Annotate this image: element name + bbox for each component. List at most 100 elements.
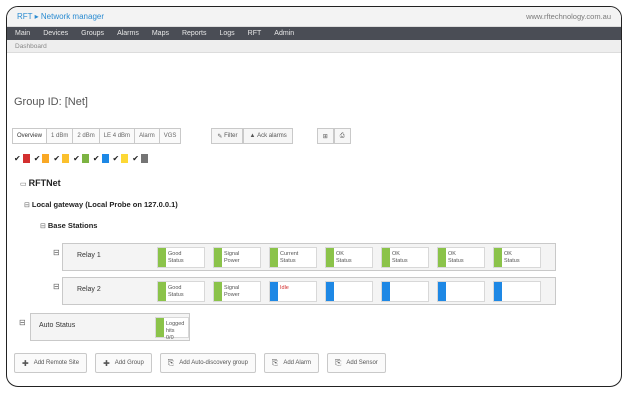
status-bar bbox=[156, 318, 164, 337]
filter-icon: ✎ bbox=[217, 133, 225, 140]
ack-alarms-button[interactable]: ▲ Ack alarms bbox=[243, 128, 293, 144]
menu-item-rft[interactable]: RFT bbox=[248, 30, 262, 37]
sensor-text: Signal Power bbox=[224, 285, 240, 298]
add-auto-discovery-label: Add Auto-discovery group bbox=[179, 360, 248, 366]
print-button[interactable]: ⎙ bbox=[333, 128, 351, 144]
sensor-cell[interactable]: Good Status bbox=[157, 247, 205, 268]
check-icon: ✔ bbox=[73, 154, 80, 163]
sensor-cell[interactable]: Signal Power bbox=[213, 247, 261, 268]
tab-overview[interactable]: Overview bbox=[12, 128, 47, 144]
swatch-orange[interactable]: ✔ bbox=[34, 154, 50, 163]
filter-button[interactable]: ✎ Filter bbox=[211, 128, 244, 144]
copy-icon: ⎘ bbox=[271, 358, 279, 367]
menu-item-alarms[interactable]: Alarms bbox=[117, 30, 139, 37]
plus-icon: ✚ bbox=[22, 358, 29, 368]
swatch-yellow[interactable]: ✔ bbox=[53, 154, 70, 163]
expand-icon: ⊟ bbox=[24, 202, 30, 209]
check-icon: ✔ bbox=[33, 154, 41, 163]
auto-status-name[interactable]: Auto Status bbox=[39, 322, 75, 329]
sensor-text: Good Status bbox=[168, 251, 184, 264]
sensor-cell[interactable]: Logged hits 0/0 bbox=[155, 317, 189, 341]
app-brand[interactable]: RFT ▸ Network manager bbox=[17, 12, 104, 21]
menu-item-maps[interactable]: Maps bbox=[152, 30, 169, 37]
status-bar bbox=[270, 248, 278, 267]
grid-icon: ⊞ bbox=[322, 133, 328, 140]
add-auto-discovery-button[interactable]: ⎘ Add Auto-discovery group bbox=[159, 353, 256, 373]
device-name[interactable]: Relay 2 bbox=[77, 286, 101, 293]
menu-item-reports[interactable]: Reports bbox=[182, 30, 207, 37]
device-name[interactable]: Relay 1 bbox=[77, 252, 101, 259]
sensor-cell[interactable]: Current Status bbox=[269, 247, 317, 268]
status-bar bbox=[494, 282, 502, 301]
tree-local-gateway[interactable]: ⊟ Local gateway (Local Probe on 127.0.0.1… bbox=[24, 200, 178, 209]
auto-status-row[interactable]: ⊟ Auto Status Logged hits 0/0 bbox=[19, 313, 190, 341]
status-bar bbox=[214, 282, 222, 301]
swatch-grey[interactable]: ✔ bbox=[132, 154, 148, 163]
add-remote-site-label: Add Remote Site bbox=[33, 360, 80, 366]
swatch-blue[interactable]: ✔ bbox=[93, 154, 109, 163]
device-row[interactable]: ⊟ Relay 1 Good Status Signal Power Current… bbox=[53, 243, 556, 271]
swatch-green-color bbox=[81, 154, 89, 163]
swatch-amber[interactable]: ✔ bbox=[113, 154, 129, 163]
sensor-text: OK Status bbox=[448, 251, 464, 264]
add-alarm-label: Add Alarm bbox=[283, 360, 312, 366]
swatch-red[interactable]: ✔ bbox=[14, 154, 30, 163]
collapse-icon[interactable]: ⊟ bbox=[53, 282, 60, 291]
add-alarm-button[interactable]: ⎘ Add Alarm bbox=[263, 353, 320, 373]
sensor-text: Good Status bbox=[168, 285, 184, 298]
copy-icon: ⎘ bbox=[167, 358, 175, 367]
sensor-cell[interactable]: OK Status bbox=[325, 247, 373, 268]
collapse-icon[interactable]: ⊟ bbox=[19, 318, 26, 327]
device-row[interactable]: ⊟ Relay 2 Good Status Signal Power Idle bbox=[53, 277, 556, 305]
plus-icon: ✚ bbox=[103, 358, 110, 368]
grid-view-button[interactable]: ⊞ bbox=[316, 128, 334, 144]
sensor-cell[interactable]: Signal Power bbox=[213, 281, 261, 302]
sensor-text: Logged hits 0/0 bbox=[166, 321, 185, 341]
sensor-cell[interactable]: OK Status bbox=[381, 247, 429, 268]
tree-base-stations[interactable]: ⊟ Base Stations bbox=[40, 221, 97, 230]
collapse-icon[interactable]: ⊟ bbox=[53, 248, 60, 257]
print-icon: ⎙ bbox=[339, 132, 345, 139]
sensor-text: OK Status bbox=[336, 251, 352, 264]
tab-1dbm[interactable]: 1 dBm bbox=[46, 128, 73, 144]
menu-item-main[interactable]: Main bbox=[15, 30, 30, 37]
menu-item-admin[interactable]: Admin bbox=[274, 30, 294, 37]
menu-item-logs[interactable]: Logs bbox=[219, 30, 234, 37]
ack-alarms-label: Ack alarms bbox=[257, 133, 287, 139]
sensor-cell[interactable] bbox=[437, 281, 485, 302]
tree-root[interactable]: ▭ RFTNet bbox=[20, 178, 61, 188]
status-bar bbox=[438, 282, 446, 301]
status-bar bbox=[158, 282, 166, 301]
status-bar bbox=[158, 248, 166, 267]
swatch-red-color bbox=[22, 154, 30, 163]
tab-alarm[interactable]: Alarm bbox=[134, 128, 159, 144]
tab-2dbm[interactable]: 2 dBm bbox=[72, 128, 99, 144]
check-icon: ✔ bbox=[14, 154, 21, 163]
breadcrumb-item[interactable]: Dashboard bbox=[15, 43, 47, 50]
swatch-green[interactable]: ✔ bbox=[73, 154, 89, 163]
sensor-cell[interactable] bbox=[381, 281, 429, 302]
sensor-cell[interactable]: Idle bbox=[269, 281, 317, 302]
tree-base-label: Base Stations bbox=[47, 221, 98, 230]
swatch-yellow-color bbox=[62, 154, 70, 163]
sensor-cell[interactable]: OK Status bbox=[437, 247, 485, 268]
add-sensor-button[interactable]: ⎘ Add Sensor bbox=[327, 353, 386, 373]
tab-bar: Overview 1 dBm 2 dBm LE 4 dBm Alarm VGS … bbox=[12, 128, 351, 144]
sensor-cell[interactable]: OK Status bbox=[493, 247, 541, 268]
warning-icon: ▲ bbox=[249, 133, 258, 139]
sensor-cell[interactable]: Good Status bbox=[157, 281, 205, 302]
site-url[interactable]: www.rftechnology.com.au bbox=[526, 12, 611, 21]
menu-item-devices[interactable]: Devices bbox=[43, 30, 68, 37]
page-title: Group ID: [Net] bbox=[14, 96, 88, 108]
sensor-cell[interactable] bbox=[493, 281, 541, 302]
add-remote-site-button[interactable]: ✚ Add Remote Site bbox=[14, 353, 88, 373]
tab-le4dbm[interactable]: LE 4 dBm bbox=[98, 128, 135, 144]
sensor-cell[interactable] bbox=[325, 281, 373, 302]
tab-vgs[interactable]: VGS bbox=[158, 128, 182, 144]
check-icon: ✔ bbox=[92, 154, 100, 163]
menu-item-groups[interactable]: Groups bbox=[81, 30, 104, 37]
top-header: RFT ▸ Network manager www.rftechnology.c… bbox=[7, 7, 621, 27]
filter-label: Filter bbox=[224, 133, 238, 139]
add-group-button[interactable]: ✚ Add Group bbox=[95, 353, 152, 373]
check-icon: ✔ bbox=[112, 154, 120, 163]
